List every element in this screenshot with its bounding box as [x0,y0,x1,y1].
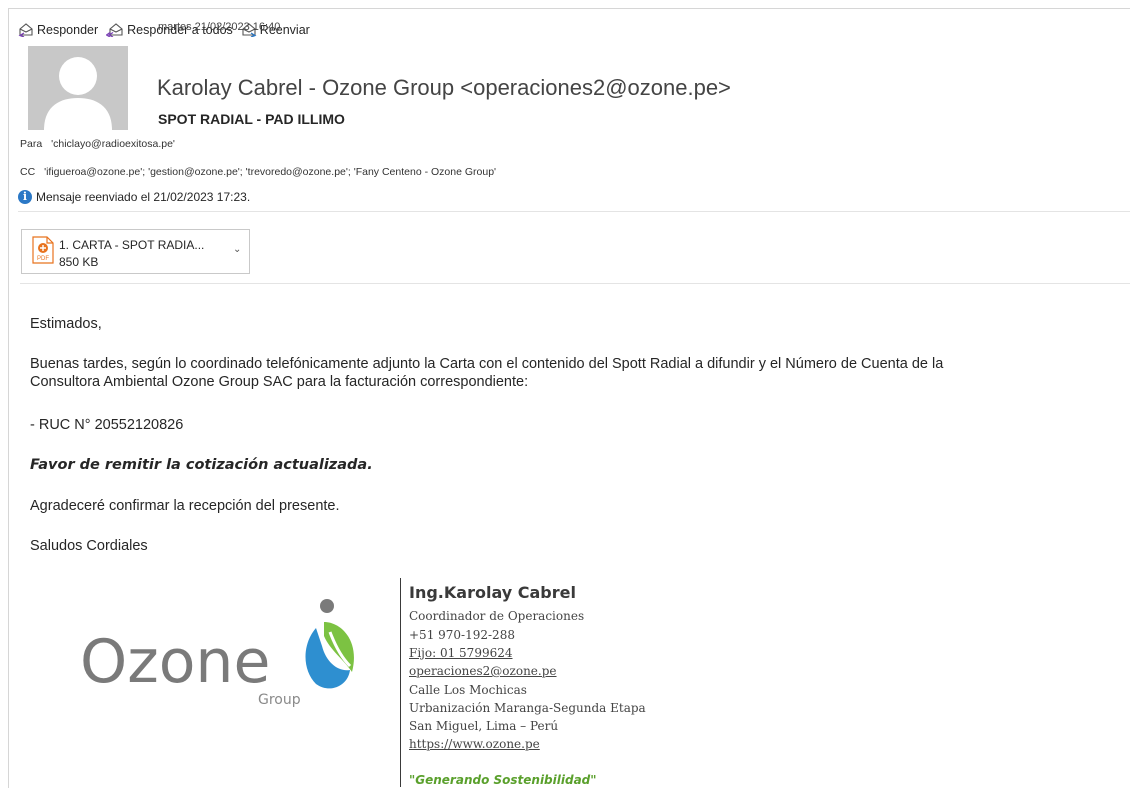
info-icon: i [18,190,32,204]
pdf-icon-label: PDF [37,256,49,262]
signature-email[interactable]: operaciones2@ozone.pe [409,664,557,678]
message-subject: SPOT RADIAL - PAD ILLIMO [158,111,345,127]
sender-name[interactable]: Karolay Cabrel - Ozone Group <operacione… [157,75,731,101]
forwarded-text: Mensaje reenviado el 21/02/2023 17:23. [36,190,251,204]
body-closing: Saludos Cordiales [30,538,148,554]
cc-row: CC 'ifigueroa@ozone.pe'; 'gestion@ozone.… [20,166,496,178]
attachment-card[interactable]: PDF 1. CARTA - SPOT RADIA... 850 KB ⌄ [21,229,250,274]
reply-label: Responder [37,23,99,37]
signature-title: Coordinador de Operaciones [409,609,585,623]
ozone-logo: Ozone Group [80,592,380,722]
chevron-down-icon[interactable]: ⌄ [233,244,241,255]
ozone-logo-graphic: Ozone Group [80,599,354,708]
signature-name: Ing.Karolay Cabrel [409,583,576,602]
signature-website[interactable]: https://www.ozone.pe [409,737,540,751]
attachment-size: 850 KB [59,255,99,269]
body-emphasis: Favor de remitir la cotización actualiza… [30,457,373,473]
reply-icon [18,23,33,37]
signature-address2: Urbanización Maranga-Segunda Etapa [409,701,646,715]
message-date: martes 21/02/2023 16:40 [158,21,281,33]
to-label: Para [20,138,43,150]
logo-sub: Group [258,692,301,708]
forwarded-notice: i Mensaje reenviado el 21/02/2023 17:23. [18,190,250,204]
body-paragraph-line1: Buenas tardes, según lo coordinado telef… [30,356,944,372]
to-row: Para 'chiclayo@radioexitosa.pe' [20,138,175,150]
body-paragraph-line2: Consultora Ambiental Ozone Group SAC par… [30,374,529,390]
logo-word: Ozone [80,627,270,697]
body-divider [20,283,1130,284]
signature-divider [400,578,401,787]
signature-city: San Miguel, Lima – Perú [409,719,559,733]
signature-landline[interactable]: Fijo: 01 5799624 [409,646,513,660]
header-divider [18,211,1130,212]
pdf-icon: PDF [32,236,54,264]
cc-label: CC [20,166,36,178]
sender-avatar [28,46,128,130]
signature-phone: +51 970-192-288 [409,628,515,642]
avatar-icon [44,57,112,130]
signature-address1: Calle Los Mochicas [409,683,527,697]
attachment-name: 1. CARTA - SPOT RADIA... [59,238,205,252]
body-greeting: Estimados, [30,316,102,332]
body-confirm: Agradeceré confirmar la recepción del pr… [30,498,340,514]
reply-all-icon [106,23,123,37]
signature-slogan: "Generando Sostenibilidad" [409,773,597,787]
cc-recipients[interactable]: 'ifigueroa@ozone.pe'; 'gestion@ozone.pe'… [44,166,496,178]
to-recipients[interactable]: 'chiclayo@radioexitosa.pe' [51,138,175,150]
reply-button[interactable]: Responder [18,23,98,37]
body-ruc: - RUC N° 20552120826 [30,417,184,433]
